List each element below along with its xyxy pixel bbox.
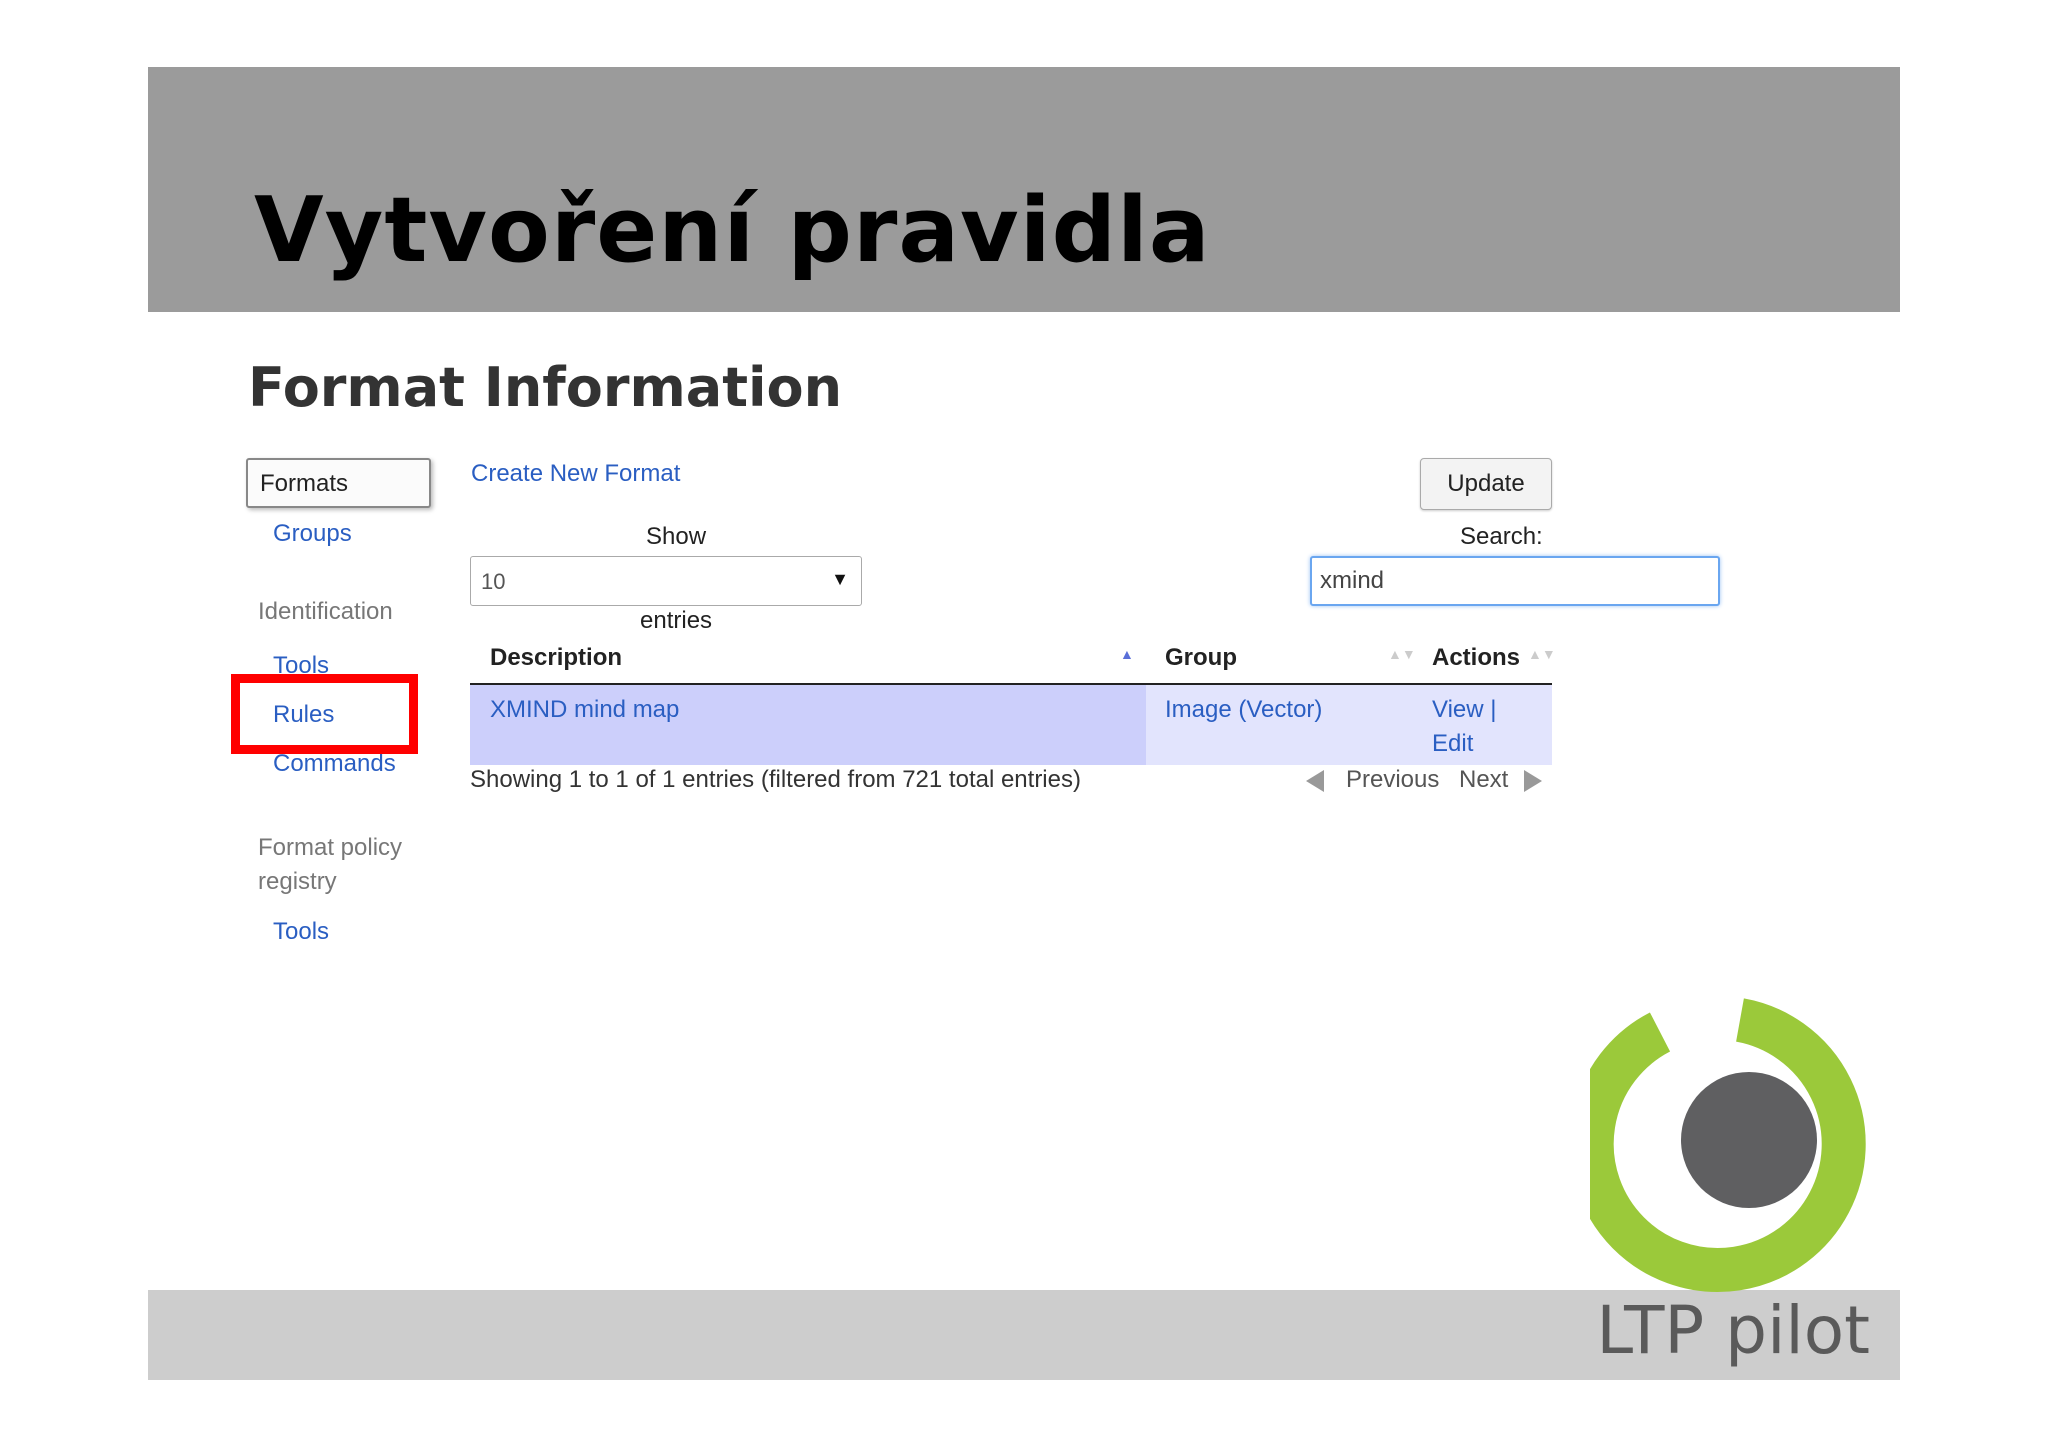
previous-page-button[interactable]: Previous bbox=[1346, 766, 1439, 794]
page-title: Format Information bbox=[248, 356, 843, 419]
page-size-select[interactable]: 10 ▼ bbox=[470, 556, 862, 606]
rules-highlight-box bbox=[231, 674, 418, 754]
view-link[interactable]: View | bbox=[1432, 693, 1497, 727]
sidebar-formats-button[interactable]: Formats bbox=[246, 458, 431, 508]
search-label: Search: bbox=[1460, 523, 1543, 550]
sidebar-item-groups[interactable]: Groups bbox=[273, 520, 352, 548]
sort-ascending-icon[interactable]: ▲ bbox=[1120, 646, 1134, 662]
logo-center-dot bbox=[1681, 1072, 1817, 1208]
column-header-description[interactable]: Description bbox=[490, 644, 622, 672]
sidebar-item-policy-tools[interactable]: Tools bbox=[273, 918, 329, 946]
sidebar-heading-policy-line2: registry bbox=[258, 868, 337, 895]
next-page-button[interactable]: Next bbox=[1459, 766, 1508, 794]
create-new-format-link[interactable]: Create New Format bbox=[471, 460, 680, 488]
sidebar-item-commands[interactable]: Commands bbox=[273, 750, 396, 778]
edit-link[interactable]: Edit bbox=[1432, 727, 1473, 761]
show-label: Show bbox=[646, 523, 707, 550]
column-header-group[interactable]: Group bbox=[1165, 644, 1237, 672]
sidebar-heading-identification: Identification bbox=[258, 598, 393, 625]
sort-both-icon[interactable]: ▲▼ bbox=[1528, 646, 1556, 662]
update-button[interactable]: Update bbox=[1420, 458, 1552, 510]
table-info: Showing 1 to 1 of 1 entries (filtered fr… bbox=[470, 766, 1081, 793]
sort-both-icon[interactable]: ▲▼ bbox=[1388, 646, 1416, 662]
format-group-link[interactable]: Image (Vector) bbox=[1165, 693, 1322, 727]
chevron-down-icon: ▼ bbox=[831, 569, 849, 589]
table-row: XMIND mind map Image (Vector) View | Edi… bbox=[470, 685, 1552, 765]
ltp-logo-icon bbox=[1590, 998, 1866, 1292]
sidebar-heading-policy-line1: Format policy bbox=[258, 834, 403, 861]
slide-title: Vytvoření pravidla bbox=[254, 178, 1211, 283]
entries-label: entries bbox=[640, 607, 713, 634]
page-size-value: 10 bbox=[481, 569, 506, 594]
search-input[interactable] bbox=[1310, 556, 1720, 606]
table-header: Description ▲ Group ▲▼ Actions ▲▼ bbox=[470, 640, 1556, 685]
previous-arrow-icon[interactable] bbox=[1306, 770, 1324, 792]
next-arrow-icon[interactable] bbox=[1524, 770, 1542, 792]
format-description-link[interactable]: XMIND mind map bbox=[490, 693, 679, 727]
column-header-actions[interactable]: Actions bbox=[1432, 644, 1520, 672]
